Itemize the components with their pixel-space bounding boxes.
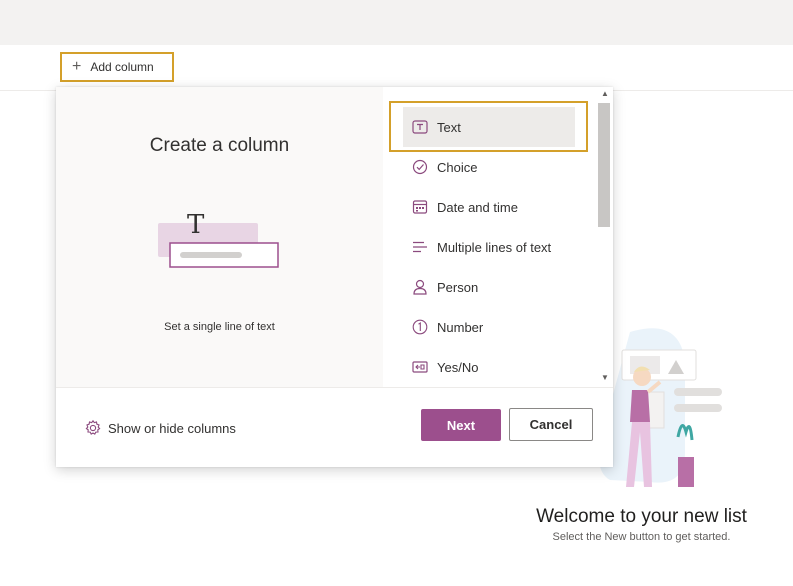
column-type-text[interactable]: Text <box>403 107 575 147</box>
next-button[interactable]: Next <box>421 409 501 441</box>
scroll-up-arrow-icon[interactable]: ▲ <box>601 89 609 98</box>
column-type-choice[interactable]: Choice <box>403 147 575 187</box>
welcome-title: Welcome to your new list <box>536 506 747 527</box>
column-type-label: Yes/No <box>437 359 479 375</box>
column-type-list: Text Choice Date and time Multiple lines… <box>383 87 598 387</box>
create-column-panel: Create a column T Set a single line of t… <box>56 87 613 467</box>
cancel-button[interactable]: Cancel <box>509 408 593 441</box>
column-type-label: Choice <box>437 159 478 175</box>
column-type-date-time[interactable]: Date and time <box>403 187 575 227</box>
text-column-illustration: T <box>158 210 279 268</box>
column-type-number[interactable]: Number <box>403 307 575 347</box>
scroll-down-arrow-icon[interactable]: ▼ <box>601 373 609 382</box>
plus-icon: + <box>72 58 82 75</box>
column-type-label: Date and time <box>437 199 518 215</box>
check-circle-icon <box>411 158 429 176</box>
welcome-subtitle: Select the New button to get started. <box>552 531 731 543</box>
number-circle-icon <box>411 318 429 336</box>
column-type-multiline[interactable]: Multiple lines of text <box>403 227 575 267</box>
scroll-thumb[interactable] <box>598 103 610 227</box>
gear-icon <box>85 419 101 435</box>
panel-title: Create a column <box>149 135 290 156</box>
column-preview-pane: Create a column T Set a single line of t… <box>56 87 383 387</box>
show-hide-columns-link[interactable]: Show or hide columns <box>84 419 236 437</box>
calendar-icon <box>411 198 429 216</box>
column-type-description: Set a single line of text <box>164 321 275 333</box>
toggle-icon <box>411 358 429 376</box>
column-type-yes-no[interactable]: Yes/No <box>403 347 575 387</box>
column-type-label: Text <box>437 119 461 135</box>
show-hide-label: Show or hide columns <box>108 420 236 436</box>
column-type-person[interactable]: Person <box>403 267 575 307</box>
illustration-glyph: T <box>187 210 205 240</box>
top-header-bar <box>0 0 793 45</box>
type-list-scrollbar[interactable]: ▲ ▼ <box>597 87 613 387</box>
column-type-label: Person <box>437 279 479 295</box>
column-type-label: Multiple lines of text <box>437 239 552 255</box>
add-column-label: Add column <box>90 60 154 74</box>
text-box-icon <box>411 118 429 136</box>
panel-footer: Show or hide columns Next Cancel <box>56 387 613 467</box>
multiline-text-icon <box>411 238 429 256</box>
column-type-label: Number <box>437 319 484 335</box>
person-icon <box>411 278 429 296</box>
add-column-button[interactable]: + Add column <box>60 52 174 82</box>
